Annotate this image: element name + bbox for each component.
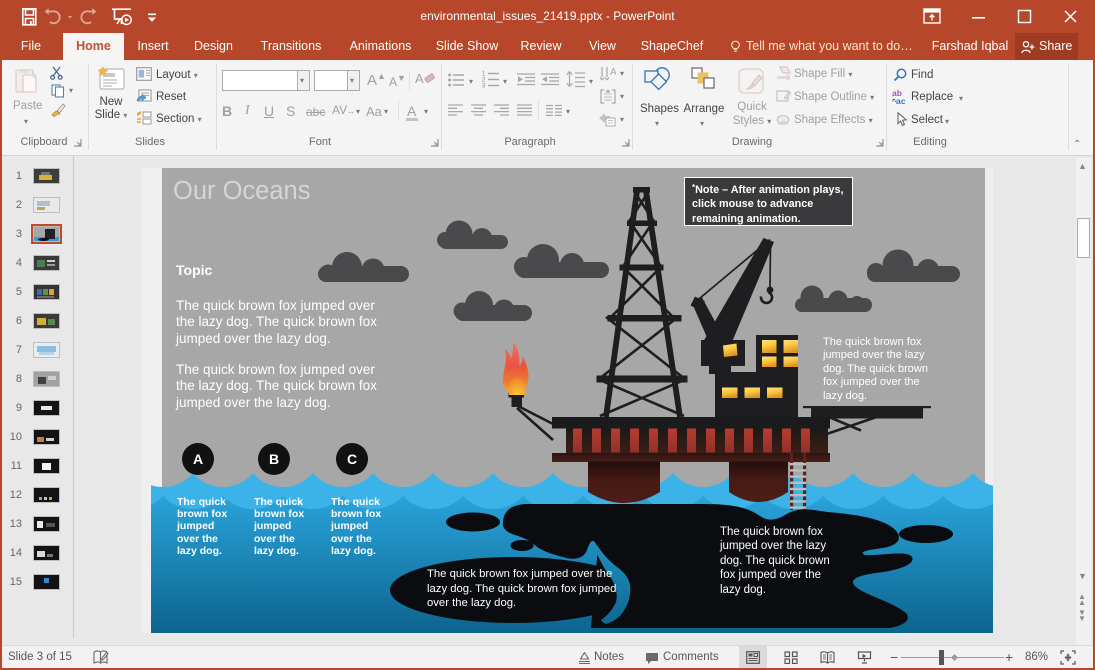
svg-text:ac: ac — [896, 96, 906, 105]
svg-text:3: 3 — [482, 84, 486, 89]
svg-text:A: A — [610, 67, 616, 78]
